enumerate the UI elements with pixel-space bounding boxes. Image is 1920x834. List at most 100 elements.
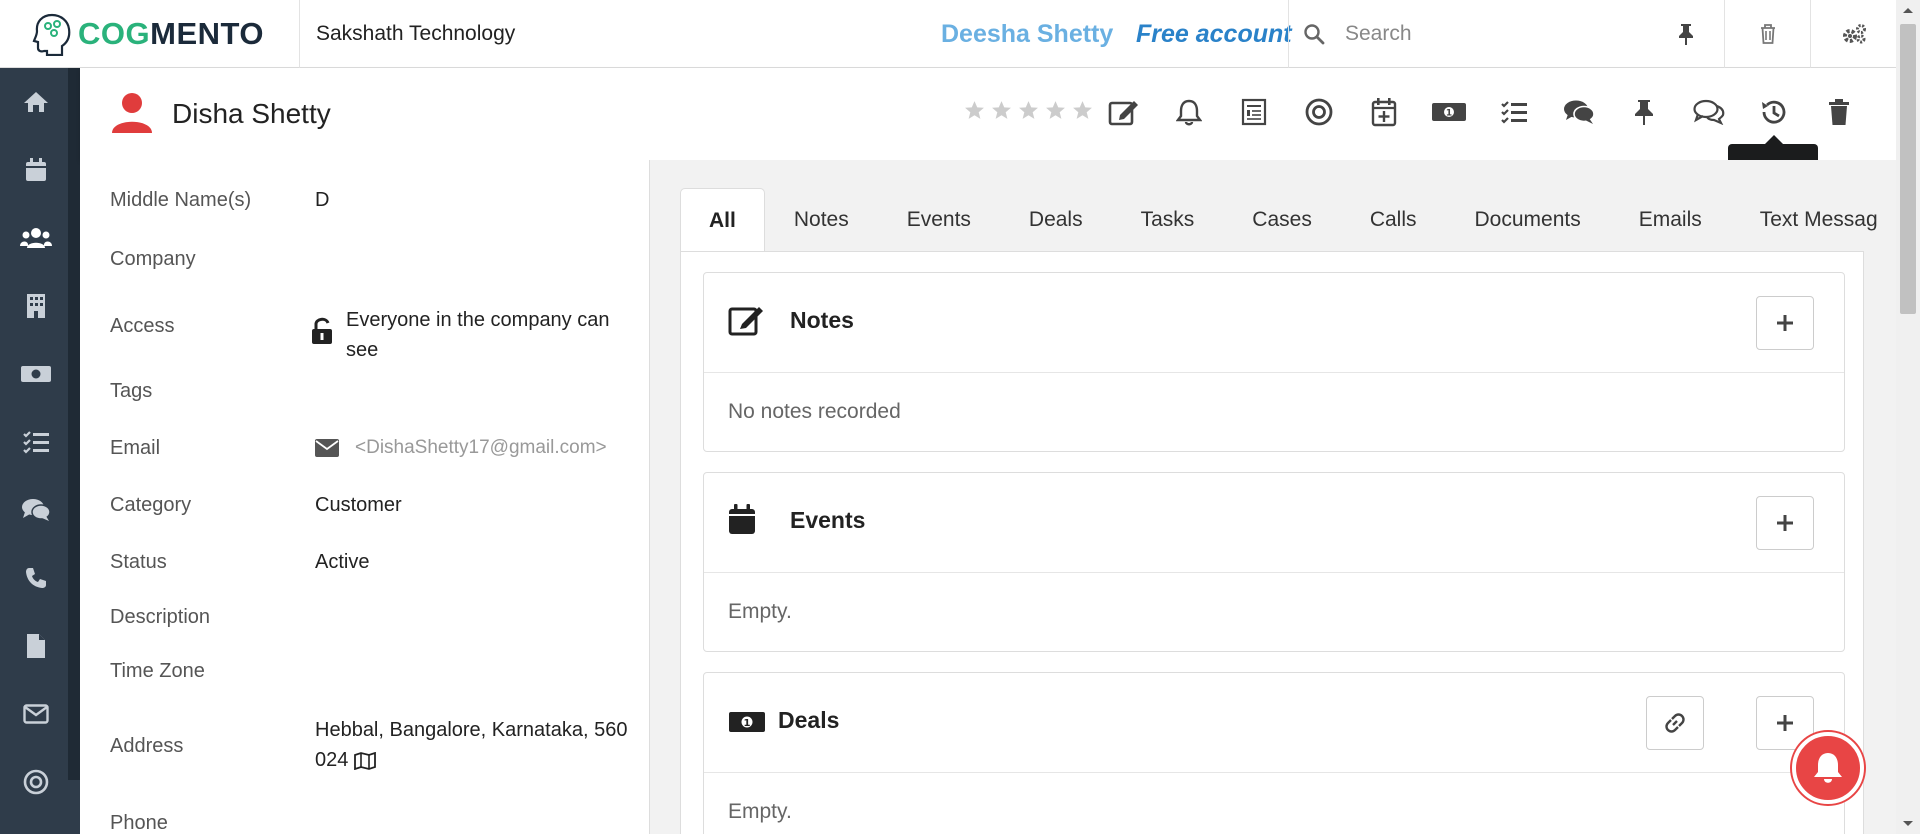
- scroll-up-arrow-icon[interactable]: [1896, 0, 1920, 20]
- tab-calls[interactable]: Calls: [1341, 188, 1446, 252]
- notes-card-header: Notes: [704, 273, 1844, 373]
- sidebar-item-deals[interactable]: [0, 340, 80, 408]
- comments-button[interactable]: [1689, 92, 1729, 132]
- tab-cases[interactable]: Cases: [1223, 188, 1341, 252]
- tab-documents[interactable]: Documents: [1446, 188, 1610, 252]
- company-name: Sakshath Technology: [316, 21, 516, 45]
- pin-button[interactable]: [1624, 92, 1664, 132]
- sidebar-item-campaigns[interactable]: [0, 748, 80, 816]
- add-note-button[interactable]: [1756, 296, 1814, 350]
- comments-icon: [1693, 99, 1725, 125]
- sidebar-item-calendar[interactable]: [0, 136, 80, 204]
- target-icon: [1305, 98, 1333, 126]
- search-input[interactable]: [1345, 22, 1645, 46]
- rating-stars[interactable]: [964, 100, 1093, 120]
- tab-events[interactable]: Events: [878, 188, 1000, 252]
- newspaper-icon: [1241, 98, 1267, 126]
- scrollbar-thumb[interactable]: [1900, 24, 1916, 314]
- add-event-card-button[interactable]: [1756, 496, 1814, 550]
- detail-label: Phone: [110, 812, 168, 834]
- trash-button[interactable]: [1724, 0, 1810, 68]
- detail-label: Category: [110, 494, 192, 516]
- star-icon[interactable]: [991, 100, 1012, 120]
- events-card: Events Empty.: [703, 472, 1845, 652]
- star-icon[interactable]: [1045, 100, 1066, 120]
- gears-icon: [1842, 24, 1866, 44]
- trash-icon: [1760, 24, 1775, 44]
- add-task-button[interactable]: [1494, 92, 1534, 132]
- chat-icon: [1564, 100, 1595, 124]
- detail-label: Middle Name(s): [110, 189, 252, 211]
- email-link[interactable]: <DishaShetty17@gmail.com>: [355, 437, 607, 459]
- tab-text-messages[interactable]: Text Messag: [1731, 188, 1896, 252]
- add-deal-button[interactable]: 1: [1429, 92, 1469, 132]
- events-empty-text: Empty.: [728, 600, 792, 623]
- sidebar-item-chat[interactable]: [0, 476, 80, 544]
- tab-all[interactable]: All: [680, 188, 765, 252]
- map-icon[interactable]: [354, 751, 376, 770]
- detail-label: Time Zone: [110, 660, 205, 682]
- sidebar-item-contacts[interactable]: [0, 204, 80, 272]
- tab-notes[interactable]: Notes: [765, 188, 878, 252]
- svg-text:1: 1: [744, 718, 751, 729]
- star-icon[interactable]: [1072, 100, 1093, 120]
- envelope-icon: [315, 439, 339, 457]
- page-scrollbar[interactable]: [1896, 0, 1920, 834]
- pin-icon[interactable]: [1676, 22, 1696, 46]
- user-name[interactable]: Deesha Shetty: [941, 20, 1113, 49]
- detail-label: Status: [110, 551, 167, 573]
- star-icon[interactable]: [964, 100, 985, 120]
- sidebar-item-email[interactable]: [0, 680, 80, 748]
- pin-icon: [1635, 100, 1653, 125]
- search-icon: [1303, 23, 1325, 45]
- money-icon: [21, 366, 51, 382]
- address-value: Hebbal, Bangalore, Karnataka, 560 024: [315, 719, 628, 771]
- deals-title: Deals: [778, 707, 840, 733]
- newsletter-button[interactable]: [1234, 92, 1274, 132]
- activity-tabs: All Notes Events Deals Tasks Cases Calls…: [680, 188, 1896, 252]
- link-deal-button[interactable]: [1646, 696, 1704, 750]
- sidebar-item-documents[interactable]: [0, 612, 80, 680]
- notify-button[interactable]: [1169, 92, 1209, 132]
- bell-icon: [1814, 753, 1842, 783]
- calendar-icon: [728, 503, 756, 535]
- deals-card: 1 Deals Empty.: [703, 672, 1845, 834]
- sidebar-item-calls[interactable]: [0, 544, 80, 612]
- record-title: Disha Shetty: [172, 98, 331, 129]
- notifications-button[interactable]: [1792, 732, 1864, 804]
- cogmento-logo[interactable]: COGMENTO: [0, 0, 300, 68]
- chat-button[interactable]: [1559, 92, 1599, 132]
- account-type-badge[interactable]: Free account: [1136, 20, 1292, 49]
- settings-button[interactable]: [1810, 0, 1896, 68]
- search-box[interactable]: [1288, 0, 1724, 68]
- tasks-icon: [1501, 101, 1527, 124]
- tab-tasks[interactable]: Tasks: [1112, 188, 1224, 252]
- scroll-down-arrow-icon[interactable]: [1896, 814, 1920, 834]
- detail-row-address: Address Hebbal, Bangalore, Karnataka, 56…: [110, 715, 640, 785]
- brain-logo-icon: [32, 13, 71, 56]
- edit-button[interactable]: [1104, 92, 1144, 132]
- record-header: Disha Shetty 1: [80, 68, 1896, 160]
- audit-button[interactable]: [1754, 92, 1794, 132]
- tab-deals[interactable]: Deals: [1000, 188, 1112, 252]
- star-icon[interactable]: [1018, 100, 1039, 120]
- tab-emails[interactable]: Emails: [1610, 188, 1731, 252]
- delete-button[interactable]: [1819, 92, 1859, 132]
- lock-open-icon[interactable]: [310, 316, 336, 346]
- sidebar: [0, 68, 80, 834]
- building-icon: [27, 294, 45, 318]
- chat-icon: [22, 499, 51, 521]
- bell-icon: [1176, 99, 1202, 126]
- svg-text:1: 1: [1446, 109, 1452, 119]
- sidebar-item-home[interactable]: [0, 68, 80, 136]
- access-value: Everyone in the company can see: [346, 309, 610, 361]
- envelope-icon: [23, 704, 49, 724]
- sidebar-item-companies[interactable]: [0, 272, 80, 340]
- detail-label: Email: [110, 437, 161, 459]
- money-icon: 1: [728, 711, 766, 733]
- link-icon: [1665, 713, 1685, 733]
- add-event-button[interactable]: [1364, 92, 1404, 132]
- campaign-button[interactable]: [1299, 92, 1339, 132]
- sidebar-item-tasks[interactable]: [0, 408, 80, 476]
- notes-card: Notes No notes recorded: [703, 272, 1845, 452]
